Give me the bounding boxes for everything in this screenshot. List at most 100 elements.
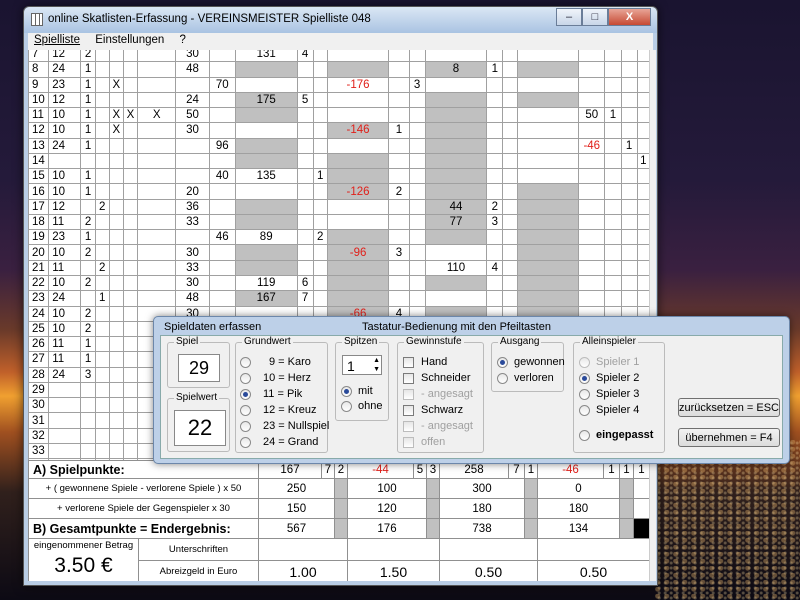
check-schneider[interactable]: Schneider	[403, 372, 471, 384]
eingepasst[interactable]: eingepasst	[579, 429, 653, 441]
spitzen-ohne[interactable]: ohne	[341, 400, 382, 412]
bonus-value: 180	[439, 498, 524, 518]
fee-value: 0.50	[439, 560, 537, 581]
spitzen-mit[interactable]: mit	[341, 385, 373, 397]
spieler-2[interactable]: Spieler 2	[579, 372, 639, 384]
table-cell	[94, 336, 110, 353]
table-cell	[604, 259, 622, 276]
table-cell: 7	[296, 290, 314, 307]
table-cell: 2	[80, 213, 96, 231]
row-number: 29	[28, 381, 50, 399]
table-row[interactable]: 10 12 1 24 175 5	[28, 91, 649, 109]
menu-help[interactable]: ?	[174, 33, 192, 46]
table-cell	[296, 213, 314, 231]
gesamt-value: 134	[537, 518, 619, 538]
grundwert-karo[interactable]: 9 = Karo	[240, 356, 311, 368]
table-row[interactable]: 11 10 1 X X X 50 50 1	[28, 107, 649, 124]
table-cell	[636, 259, 649, 276]
table-cell	[486, 229, 504, 246]
table-row[interactable]: 9 23 1 X 70 -176 3	[28, 76, 649, 93]
spin-down-icon[interactable]: ▼	[373, 365, 380, 374]
table-cell	[486, 76, 504, 93]
grundwert-kreuz[interactable]: 12 = Kreuz	[240, 404, 317, 416]
ausgang-verloren[interactable]: verloren	[497, 372, 554, 384]
table-cell	[312, 244, 328, 261]
table-cell	[326, 259, 390, 276]
table-cell	[516, 198, 580, 215]
table-cell	[208, 290, 236, 307]
table-cell	[424, 107, 488, 124]
check-schneider-angesagt[interactable]: - angesagt	[403, 388, 473, 400]
check-schwarz[interactable]: Schwarz	[403, 404, 463, 416]
spieler-3[interactable]: Spieler 3	[579, 388, 639, 400]
accept-button[interactable]: übernehmen = F4	[678, 428, 780, 447]
table-cell	[175, 137, 210, 154]
reset-button[interactable]: zurücksetzen = ESC	[678, 398, 780, 417]
minimize-button[interactable]: –	[556, 8, 582, 26]
table-cell	[326, 61, 390, 78]
table-row[interactable]: 21 11 2 33 110 4	[28, 259, 649, 276]
ausgang-gewonnen[interactable]: gewonnen	[497, 356, 565, 368]
table-row[interactable]: 13 24 1 96 -46 1	[28, 137, 649, 154]
check-schwarz-angesagt[interactable]: - angesagt	[403, 420, 473, 432]
table-cell	[620, 168, 638, 185]
check-hand[interactable]: Hand	[403, 356, 447, 368]
signatures-label: Unterschriften	[138, 538, 258, 560]
table-cell: 30	[175, 122, 210, 139]
table-row[interactable]: 14 1	[28, 152, 649, 170]
table-cell	[80, 381, 96, 399]
bonus-value: 150	[258, 498, 334, 518]
spiel-legend: Spiel	[174, 336, 201, 347]
table-cell	[388, 107, 410, 124]
table-row[interactable]: 17 12 2 36 44 2	[28, 198, 649, 215]
table-cell: 1	[80, 91, 96, 109]
table-cell	[136, 50, 177, 63]
table-row[interactable]: 16 10 1 20 -126 2	[28, 183, 649, 200]
table-cell: 10	[48, 122, 82, 139]
table-cell: 30	[175, 50, 210, 63]
spieler-4[interactable]: Spieler 4	[579, 404, 639, 416]
table-cell	[312, 213, 328, 231]
bonus-value: 0	[537, 478, 619, 498]
table-cell: 1	[604, 107, 622, 124]
table-row[interactable]: 8 24 1 48 8 1	[28, 61, 649, 78]
table-row[interactable]: 7 12 2 30 131 4	[28, 50, 649, 63]
table-cell	[578, 244, 606, 261]
check-offen[interactable]: offen	[403, 436, 445, 448]
grundwert-herz[interactable]: 10 = Herz	[240, 372, 311, 384]
table-cell: 10	[48, 183, 82, 200]
table-cell: 10	[48, 168, 82, 185]
table-cell	[122, 244, 138, 261]
grundwert-pik[interactable]: 11 = Pik	[240, 388, 302, 400]
table-row[interactable]: 23 24 1 48 167 7	[28, 290, 649, 307]
spitzen-spinner[interactable]: 1 ▲ ▼	[342, 355, 382, 375]
grundwert-grand[interactable]: 24 = Grand	[240, 436, 318, 448]
table-cell: 1	[80, 137, 96, 154]
close-button[interactable]: X	[608, 8, 651, 26]
window-title: online Skatlisten-Erfassung - VEREINSMEI…	[48, 13, 371, 25]
spieler-1[interactable]: Spieler 1	[579, 356, 639, 368]
title-bar[interactable]: online Skatlisten-Erfassung - VEREINSMEI…	[24, 7, 657, 33]
menu-spielliste[interactable]: Spielliste	[28, 33, 86, 46]
collected-label: eingenommener Betrag	[33, 540, 134, 551]
table-row[interactable]: 12 10 1 X 30 -146 1	[28, 122, 649, 139]
table-cell	[620, 107, 638, 124]
alleinspieler-legend: Alleinspieler	[580, 336, 638, 347]
spin-up-icon[interactable]: ▲	[373, 356, 380, 365]
maximize-button[interactable]: □	[582, 8, 608, 26]
table-row[interactable]: 19 23 1 46 89 2	[28, 229, 649, 246]
table-row[interactable]: 22 10 2 30 119 6	[28, 274, 649, 292]
row-number: 28	[28, 366, 50, 383]
table-row[interactable]: 20 10 2 30 -96 3	[28, 244, 649, 261]
table-row[interactable]: 18 11 2 33 77 3	[28, 213, 649, 231]
grundwert-nullspiel[interactable]: 23 = Nullspiel	[240, 420, 329, 432]
bonus-value: 120	[347, 498, 426, 518]
table-cell	[108, 320, 124, 338]
table-row[interactable]: 15 10 1 40 135 1	[28, 168, 649, 185]
menu-einstellungen[interactable]: Einstellungen	[89, 33, 170, 46]
spiel-number[interactable]: 29	[178, 354, 220, 382]
ausgang-group: Ausgang gewonnen verloren	[491, 336, 565, 392]
table-cell	[486, 50, 504, 63]
table-cell	[122, 198, 138, 215]
table-cell	[234, 152, 298, 170]
